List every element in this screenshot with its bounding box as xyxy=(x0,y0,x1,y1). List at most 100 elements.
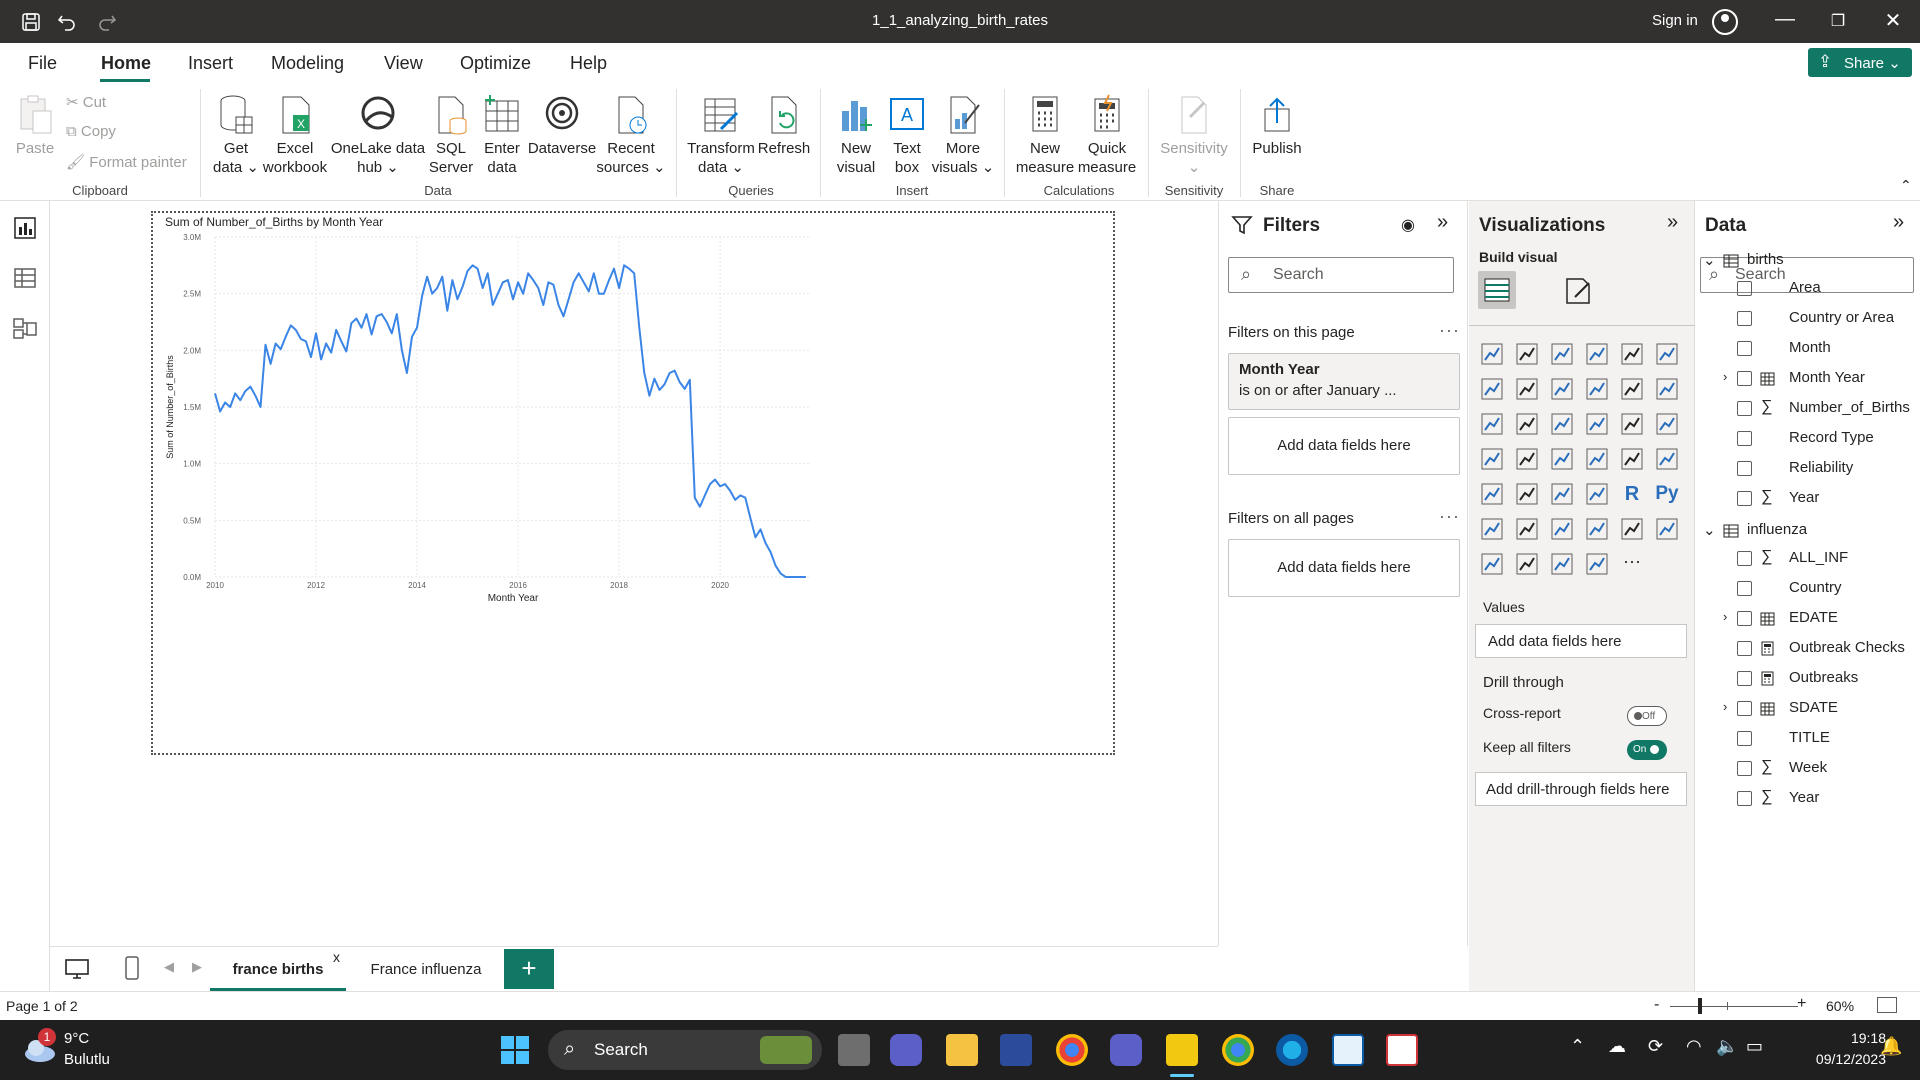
keep-filters-toggle[interactable]: On xyxy=(1627,740,1667,760)
task-view-icon[interactable] xyxy=(838,1034,870,1066)
collapse-ribbon-icon[interactable]: ⌃ xyxy=(1900,177,1912,194)
report-view-icon[interactable] xyxy=(12,215,38,241)
field-checkbox[interactable] xyxy=(1737,281,1752,296)
field-item[interactable]: Reliability xyxy=(1695,459,1920,483)
map-icon[interactable] xyxy=(1479,446,1505,472)
power-automate-icon[interactable] xyxy=(1549,551,1575,577)
donut-chart-icon[interactable] xyxy=(1619,411,1645,437)
recent-sources-button[interactable]: Recent sources ⌄ xyxy=(596,93,666,177)
edge-icon[interactable] xyxy=(1276,1034,1308,1066)
next-page-icon[interactable]: ▶ xyxy=(192,959,202,975)
slicer-icon[interactable] xyxy=(1514,481,1540,507)
line-chart-visual[interactable]: Sum of Number_of_Births by Month Year 0.… xyxy=(151,211,1115,755)
weather-condition[interactable]: Bulutlu xyxy=(64,1051,110,1068)
enter-data-button[interactable]: Enter data xyxy=(478,93,526,177)
dataverse-button[interactable]: Dataverse xyxy=(526,93,598,158)
weather-temp[interactable]: 9°C xyxy=(64,1030,89,1047)
100-stacked-column-icon[interactable] xyxy=(1654,341,1680,367)
snipping-tool-icon[interactable] xyxy=(1386,1034,1418,1066)
more-options-icon[interactable]: ··· xyxy=(1439,506,1460,527)
wifi-icon[interactable]: ◠ xyxy=(1686,1036,1702,1057)
meet-chat-icon[interactable] xyxy=(890,1034,922,1066)
close-page-icon[interactable]: x xyxy=(333,949,340,965)
zoom-out-button[interactable]: - xyxy=(1654,996,1659,1014)
matrix-icon[interactable] xyxy=(1584,481,1610,507)
app-icon[interactable] xyxy=(1000,1034,1032,1066)
field-item[interactable]: › Month Year xyxy=(1695,369,1920,393)
field-checkbox[interactable] xyxy=(1737,701,1752,716)
new-measure-button[interactable]: New measure xyxy=(1014,93,1076,177)
chevron-right-icon[interactable]: › xyxy=(1723,699,1727,714)
kpi-icon[interactable] xyxy=(1479,481,1505,507)
values-drop-zone[interactable]: Add data fields here xyxy=(1475,624,1687,658)
copy-button[interactable]: ⧉ Copy xyxy=(66,123,116,140)
tab-file[interactable]: File xyxy=(28,53,57,74)
multi-row-card-icon[interactable] xyxy=(1654,446,1680,472)
ribbon-chart-icon[interactable] xyxy=(1654,376,1680,402)
publish-button[interactable]: Publish xyxy=(1248,93,1306,158)
more-visuals-icon[interactable]: ··· xyxy=(1619,551,1645,577)
chevron-down-icon[interactable]: ⌄ xyxy=(1703,521,1716,539)
field-item[interactable]: › SDATE xyxy=(1695,699,1920,723)
field-item[interactable]: Country xyxy=(1695,579,1920,603)
chevron-down-icon[interactable]: ⌄ xyxy=(1703,251,1716,269)
field-item[interactable]: ∑ Year xyxy=(1695,788,1920,813)
clustered-column-chart-icon[interactable] xyxy=(1584,341,1610,367)
waterfall-chart-icon[interactable] xyxy=(1479,411,1505,437)
collapse-visualizations-icon[interactable]: » xyxy=(1667,211,1678,234)
filter-card-month-year[interactable]: Month Year is on or after January ... xyxy=(1228,353,1460,410)
funnel-chart-icon[interactable] xyxy=(1514,411,1540,437)
pie-chart-icon[interactable] xyxy=(1584,411,1610,437)
battery-icon[interactable]: ▭ xyxy=(1746,1036,1763,1057)
taskbar-search[interactable]: ⌕ Search xyxy=(548,1030,822,1070)
zoom-level[interactable]: 60% xyxy=(1826,998,1854,1014)
format-visual-icon[interactable] xyxy=(1563,275,1595,307)
field-checkbox[interactable] xyxy=(1737,371,1752,386)
table-view-icon[interactable] xyxy=(12,265,38,291)
chevron-right-icon[interactable]: › xyxy=(1723,609,1727,624)
field-item[interactable]: › EDATE xyxy=(1695,609,1920,633)
tab-optimize[interactable]: Optimize xyxy=(460,53,531,74)
more-options-icon[interactable]: ··· xyxy=(1439,320,1460,341)
collapse-data-icon[interactable]: » xyxy=(1893,211,1904,234)
model-view-icon[interactable] xyxy=(12,315,38,341)
teams-icon[interactable] xyxy=(1110,1034,1142,1066)
table-births[interactable]: ⌄ births xyxy=(1695,251,1920,275)
field-checkbox[interactable] xyxy=(1737,341,1752,356)
field-checkbox[interactable] xyxy=(1737,401,1752,416)
field-item[interactable]: ∑ Year xyxy=(1695,488,1920,513)
line-clustered-column-icon[interactable] xyxy=(1619,376,1645,402)
close-icon[interactable]: ✕ xyxy=(1878,8,1908,33)
tab-insert[interactable]: Insert xyxy=(188,53,233,74)
field-item[interactable]: ∑ Week xyxy=(1695,758,1920,783)
filters-search-input[interactable]: ⌕ Search xyxy=(1228,257,1454,293)
show-hidden-icons[interactable]: ⌃ xyxy=(1570,1036,1585,1057)
notifications-bell-icon[interactable]: 🔔 xyxy=(1880,1036,1902,1057)
stacked-column-chart-icon[interactable] xyxy=(1514,341,1540,367)
fit-to-page-icon[interactable] xyxy=(1877,997,1897,1013)
prev-page-icon[interactable]: ◀ xyxy=(164,959,174,975)
refresh-button[interactable]: Refresh xyxy=(756,93,812,158)
field-checkbox[interactable] xyxy=(1737,761,1752,776)
card-icon[interactable] xyxy=(1619,446,1645,472)
excel-workbook-button[interactable]: X Excel workbook xyxy=(262,93,328,177)
stacked-area-chart-icon[interactable] xyxy=(1549,376,1575,402)
scatter-chart-icon[interactable] xyxy=(1549,411,1575,437)
windows-start-icon[interactable] xyxy=(500,1035,530,1065)
drill-through-drop-zone[interactable]: Add drill-through fields here xyxy=(1475,772,1687,806)
clock-time[interactable]: 19:18 xyxy=(1810,1030,1886,1046)
field-checkbox[interactable] xyxy=(1737,671,1752,686)
sql-server-button[interactable]: SQL Server xyxy=(428,93,474,177)
table-icon[interactable] xyxy=(1549,481,1575,507)
field-checkbox[interactable] xyxy=(1737,461,1752,476)
get-data-button[interactable]: Get data ⌄ xyxy=(208,93,264,177)
narrative-icon[interactable] xyxy=(1584,551,1610,577)
snowflake-app-icon[interactable] xyxy=(1332,1034,1364,1066)
onedrive-icon[interactable]: ☁ xyxy=(1608,1036,1626,1057)
account-avatar-icon[interactable] xyxy=(1712,9,1738,35)
key-influencers-icon[interactable] xyxy=(1479,516,1505,542)
smart-narrative-icon[interactable] xyxy=(1584,516,1610,542)
field-checkbox[interactable] xyxy=(1737,731,1752,746)
collapse-filters-icon[interactable]: » xyxy=(1437,211,1448,234)
field-item[interactable]: Country or Area xyxy=(1695,309,1920,333)
